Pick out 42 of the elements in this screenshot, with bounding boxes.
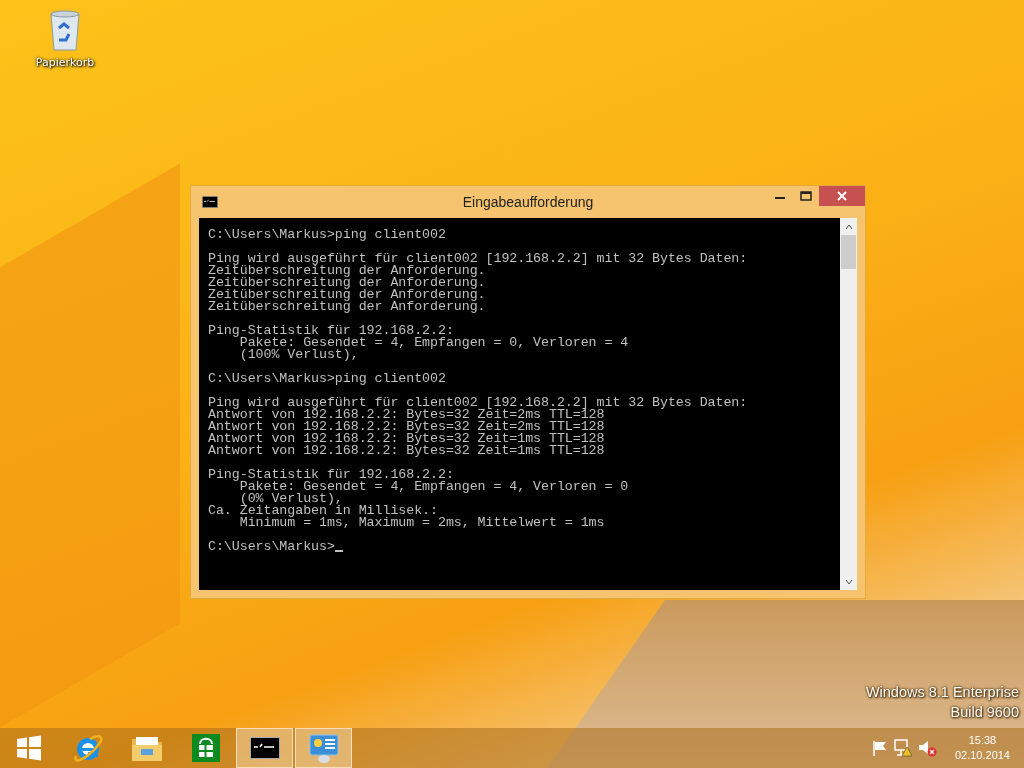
console-icon [249,737,280,759]
console-line: Antwort von 192.168.2.2: Bytes=32 Zeit=2ms TTL=128 [208,409,605,421]
close-button[interactable] [819,186,865,206]
console-line: Ping wird ausgeführt für client002 [192.168.2.2] mit 32 Bytes Daten: [208,397,748,409]
console-line: Pakete: Gesendet = 4, Empfangen = 0, Verloren = 4 [239,337,629,349]
vertical-scrollbar[interactable] [840,218,857,590]
flag-icon[interactable] [870,739,889,757]
console-line: (100% Verlust), [238,349,359,361]
console-line: Ca. Zeitangaben in Millisek.: [208,505,438,517]
console-line: Zeitüberschreitung der Anforderung. [208,265,486,277]
maximize-icon [800,191,812,201]
desktop-icon-label[interactable]: Papierkorb [35,56,95,69]
edition-text: Windows 8.1 Enterprise [865,684,1019,700]
windows-logo-icon [14,734,43,762]
console-line: Pakete: Gesendet = 4, Empfangen = 4, Verloren = 0 [239,481,629,493]
console-line: Antwort von 192.168.2.2: Bytes=32 Zeit=2ms TTL=128 [208,421,605,433]
console-line: C:\Users\Markus>ping client002 [208,373,446,385]
clock-time[interactable]: 15:38 [968,733,997,748]
speaker-muted-icon[interactable] [916,738,937,758]
close-icon [836,190,848,202]
edition-text: Build 9600 [950,704,1019,720]
console-line: Antwort von 192.168.2.2: Bytes=32 Zeit=1ms TTL=128 [208,445,605,457]
console-line: Ping wird ausgeführt für client002 [192.168.2.2] mit 32 Bytes Daten: [208,253,748,265]
network-warning-icon[interactable] [892,738,913,758]
console-line: Minimum = 1ms, Maximum = 2ms, Mittelwert = 1ms [238,517,605,529]
console-line: C:\Users\Markus> [208,541,335,553]
console-line: Ping-Statistik für 192.168.2.2: [208,469,454,481]
e-logo-icon [71,732,104,764]
console-line: Ping-Statistik für 192.168.2.2: [208,325,454,337]
console-line: C:\Users\Markus>ping client002 [208,229,446,241]
scrollbar-thumb[interactable] [841,235,856,269]
clock-date[interactable]: 02.10.2014 [954,748,1010,763]
console-line: Antwort von 192.168.2.2: Bytes=32 Zeit=1ms TTL=128 [208,433,605,445]
console-line: Zeitüberschreitung der Anforderung. [208,277,486,289]
console-line: (0% Verlust), [238,493,343,505]
console-line: Zeitüberschreitung der Anforderung. [208,301,486,313]
taskbar-button[interactable] [236,728,293,768]
control-panel-icon [307,732,340,764]
shopping-bag-icon [190,733,221,763]
console-icon[interactable] [202,196,218,208]
window-title: Eingabeaufforderung [461,194,595,210]
console-line: Zeitüberschreitung der Anforderung. [208,289,486,301]
